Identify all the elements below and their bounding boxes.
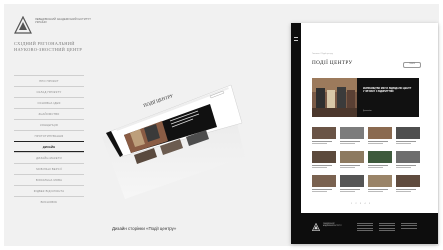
nav-item-concept[interactable]: КОНЦЕПЦІЯ bbox=[14, 119, 84, 130]
footer-column bbox=[401, 223, 417, 230]
event-card bbox=[340, 175, 364, 195]
featured-event-more-link: Детальніше bbox=[363, 111, 372, 112]
sidebar-nav: ПРО ПРОЄКТ СКЛАД ПРОЄКТУ ОСНОВНА ІДЕЯ ЗН… bbox=[14, 75, 84, 207]
event-card bbox=[312, 175, 336, 195]
laptop-page-title: ПОДІЇ ЦЕНТРУ bbox=[143, 93, 175, 108]
featured-event-title: КЕРІВНИЦТВО МІСТА ВІДВІДАЛО ЦЕНТР У ЗВ'Я… bbox=[363, 87, 412, 94]
menu-icon bbox=[294, 37, 298, 41]
nav-item-mockups[interactable]: ДИЗАЙН-МАКЕТИ bbox=[14, 152, 84, 163]
institute-logo[interactable]: ЛЕБЕДІВСЬКИЙ АКАДЕМІЧНИЙ ІНСТИТУТ УКРАЇН… bbox=[14, 16, 94, 38]
nav-item-acquaintance[interactable]: ЗНАЙОМСТВО bbox=[14, 108, 84, 119]
nav-item-team[interactable]: СКЛАД ПРОЄКТУ bbox=[14, 86, 84, 97]
nav-item-idea[interactable]: ОСНОВНА ІДЕЯ bbox=[14, 97, 84, 108]
logo-text: ЛЕБЕДІВСЬКИЙ АКАДЕМІЧНИЙ ІНСТИТУТ УКРАЇН… bbox=[35, 18, 91, 24]
event-card bbox=[396, 151, 420, 171]
nav-item-visual-language[interactable]: ВІЗУАЛЬНА МОВА bbox=[14, 174, 84, 185]
mockup-footer: ЛЕБЕДІВСЬКИЙ АКАДЕМІЧНИЙ ІНСТИТУТ bbox=[301, 213, 438, 244]
footer-column bbox=[379, 223, 395, 233]
event-card bbox=[340, 127, 364, 147]
nav-item-prototyping[interactable]: ПРОТОТИПУВАННЯ bbox=[14, 130, 84, 141]
nav-item-about[interactable]: ПРО ПРОЄКТ bbox=[14, 75, 84, 86]
nav-item-conclusion[interactable]: ВИСНОВОК bbox=[14, 196, 84, 207]
event-card bbox=[340, 151, 364, 171]
footer-text: ЛЕБЕДІВСЬКИЙ АКАДЕМІЧНИЙ ІНСТИТУТ bbox=[323, 224, 342, 227]
project-title: СХІДНИЙ РЕГІОНАЛЬНИЙ НАУКОВО-ЗНОСТНИЙ ЦЕ… bbox=[14, 41, 83, 52]
nav-item-feedback[interactable]: ФІДБЕК ВІД КЛІЄНТА bbox=[14, 185, 84, 196]
footer-logo-icon bbox=[312, 223, 320, 231]
footer-column bbox=[357, 223, 373, 233]
mockup-sidebar bbox=[291, 23, 301, 244]
triangle-logo-icon bbox=[14, 16, 32, 34]
perspective-screen: ПОДІЇ ЦЕНТРУ bbox=[102, 84, 245, 199]
event-card bbox=[396, 127, 420, 147]
event-card bbox=[396, 175, 420, 195]
featured-event-photo bbox=[312, 78, 357, 117]
page-mockup: Головна / Події центру ПОДІЇ ЦЕНТРУ ПОШУ… bbox=[291, 23, 438, 244]
event-card bbox=[368, 151, 392, 171]
mockup-page-title: ПОДІЇ ЦЕНТРУ bbox=[312, 60, 353, 66]
screenshot-frame: ЛЕБЕДІВСЬКИЙ АКАДЕМІЧНИЙ ІНСТИТУТ УКРАЇН… bbox=[0, 0, 443, 250]
mockup-featured-event: КЕРІВНИЦТВО МІСТА ВІДВІДАЛО ЦЕНТР У ЗВ'Я… bbox=[312, 78, 419, 117]
nav-item-design[interactable]: ДИЗАЙН bbox=[14, 141, 84, 152]
mockup-breadcrumb: Головна / Події центру bbox=[312, 53, 333, 55]
mockup-caption: Дизайн сторінки «Події центру» bbox=[112, 226, 177, 231]
mockup-search-button: ПОШУК bbox=[403, 62, 421, 68]
event-card bbox=[368, 175, 392, 195]
mockup-pagination: 1 2 3 4 5 bbox=[351, 203, 372, 205]
laptop-mockup: ПОДІЇ ЦЕНТРУ bbox=[100, 49, 250, 199]
portfolio-slide: ЛЕБЕДІВСЬКИЙ АКАДЕМІЧНИЙ ІНСТИТУТ УКРАЇН… bbox=[4, 4, 439, 246]
event-card bbox=[368, 127, 392, 147]
event-card bbox=[312, 151, 336, 171]
nav-item-mobile[interactable]: МОБІЛЬНІ ВЕРСІЇ bbox=[14, 163, 84, 174]
event-card bbox=[312, 127, 336, 147]
